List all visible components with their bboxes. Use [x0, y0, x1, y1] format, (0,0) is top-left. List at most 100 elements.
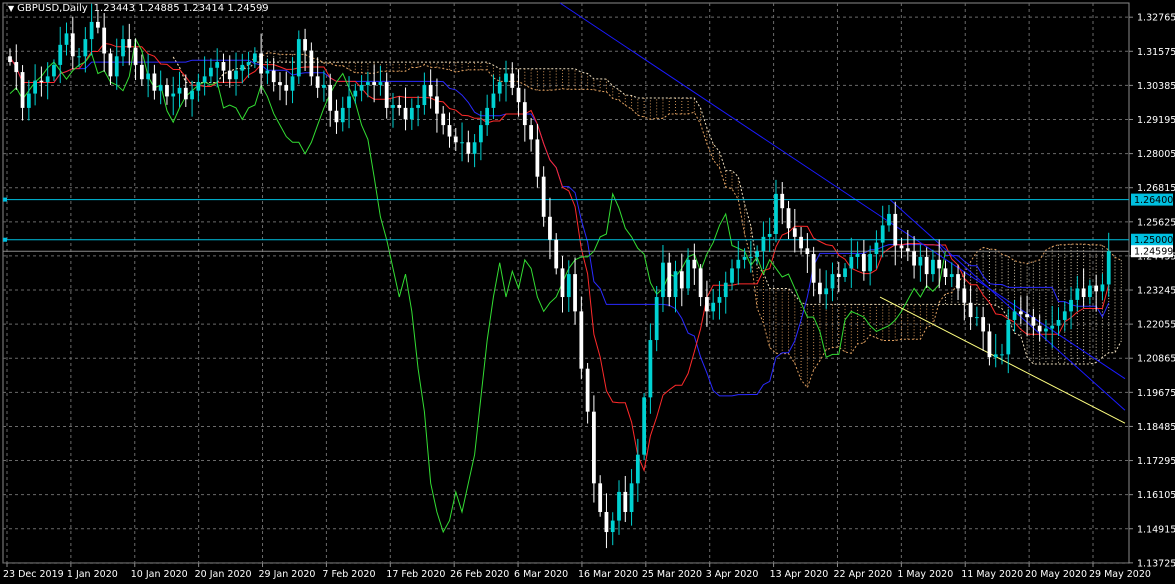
candle-body	[1106, 251, 1111, 285]
candle	[397, 96, 402, 116]
candle	[491, 74, 496, 120]
candle-body	[686, 259, 690, 289]
candle	[334, 99, 339, 134]
candle	[309, 42, 314, 86]
candle	[956, 264, 960, 301]
candle	[422, 72, 427, 115]
candle	[937, 239, 942, 289]
candle	[642, 392, 647, 461]
candle-body	[114, 56, 119, 77]
candle-body	[792, 228, 797, 237]
candle-body	[453, 136, 458, 143]
candle-body	[171, 93, 176, 97]
candle	[1037, 314, 1042, 342]
candle	[516, 69, 521, 117]
collapse-triangle-icon[interactable]: ▼	[8, 4, 14, 13]
candle-body	[968, 302, 973, 318]
candle-body	[1050, 325, 1055, 329]
candle	[993, 333, 998, 368]
candle-body	[83, 39, 88, 57]
candle	[1062, 301, 1067, 332]
candle	[799, 227, 803, 255]
candle	[196, 73, 201, 102]
candle	[70, 16, 75, 70]
candle-body	[435, 96, 439, 114]
candle-body	[573, 274, 577, 312]
candle-body	[1075, 288, 1080, 300]
candle-body	[252, 53, 257, 63]
candle-body	[365, 82, 370, 85]
candle-body	[33, 80, 37, 94]
candle-body	[880, 225, 885, 243]
candle	[1050, 305, 1055, 349]
y-tick-label: 1.16105	[1137, 490, 1175, 501]
candle-body	[679, 271, 684, 289]
candle-body	[849, 256, 854, 269]
y-tick-label: 1.14915	[1137, 524, 1175, 535]
candle	[1031, 308, 1036, 336]
candle-body	[234, 70, 238, 80]
x-tick-label: 26 Feb 2020	[450, 569, 509, 580]
timeframe-label: Daily	[62, 3, 88, 14]
candle-body	[165, 84, 169, 97]
price-chart[interactable]: 1.32765 1.31575 1.30385 1.29195 1.28005 1.268…	[0, 0, 1175, 584]
y-tick-label: 1.31575	[1137, 47, 1175, 58]
candle	[378, 65, 383, 96]
x-tick-label: 10 Jan 2020	[131, 569, 188, 580]
candle	[158, 70, 163, 105]
candle	[548, 197, 552, 260]
candle	[767, 217, 772, 253]
x-tick-label: 25 Mar 2020	[642, 569, 702, 580]
candle	[874, 230, 879, 269]
candle-body	[8, 56, 12, 63]
y-tick-label: 1.19675	[1137, 388, 1175, 399]
candle-body	[629, 483, 634, 512]
candle-body	[767, 233, 772, 237]
x-tick-label: 29 May 2020	[1089, 569, 1151, 580]
candle	[654, 285, 659, 352]
candle-body	[1006, 319, 1011, 355]
candle-body	[635, 454, 640, 484]
candle	[1106, 232, 1111, 297]
candle-body	[177, 87, 182, 94]
candle	[974, 306, 979, 327]
candle-body	[259, 53, 264, 74]
candle	[623, 475, 628, 522]
candle	[252, 47, 257, 69]
candle-body	[623, 491, 628, 512]
candle-body	[190, 90, 194, 100]
chikou-span-line	[9, 37, 946, 534]
candle-body	[384, 82, 389, 108]
chart-window[interactable]: 1.32765 1.31575 1.30385 1.29195 1.28005 1.268…	[0, 0, 1175, 584]
candle-body	[604, 511, 609, 533]
kijun-sen-line	[9, 56, 1110, 397]
candle-body	[1025, 314, 1029, 318]
candle	[880, 205, 885, 258]
candle-body	[416, 105, 420, 108]
candle	[1025, 295, 1029, 336]
x-tick-label: 29 Jan 2020	[259, 569, 316, 580]
candle-body	[428, 84, 433, 97]
candle-body	[742, 256, 747, 260]
candle-body	[755, 251, 760, 257]
candle-body	[102, 27, 107, 54]
x-tick-label: 17 Feb 2020	[386, 569, 445, 580]
candle-body	[58, 44, 63, 65]
candle-body	[372, 82, 377, 85]
candle-body	[52, 64, 56, 77]
candle	[811, 246, 816, 297]
candle-body	[617, 491, 621, 521]
candle	[698, 264, 703, 307]
candle-body	[786, 208, 791, 229]
candle	[943, 260, 948, 285]
chart-title: ▼ GBPUSD,Daily 1.23443 1.24885 1.23414 1.2…	[8, 3, 269, 14]
candle-body	[535, 139, 540, 177]
candle-body	[504, 73, 508, 83]
candle	[679, 253, 684, 307]
candle-body	[158, 84, 163, 91]
candle	[792, 208, 797, 253]
candle-body	[1044, 328, 1048, 332]
candle-body	[284, 84, 289, 91]
candle-body	[554, 239, 559, 269]
candle-body	[391, 105, 395, 108]
